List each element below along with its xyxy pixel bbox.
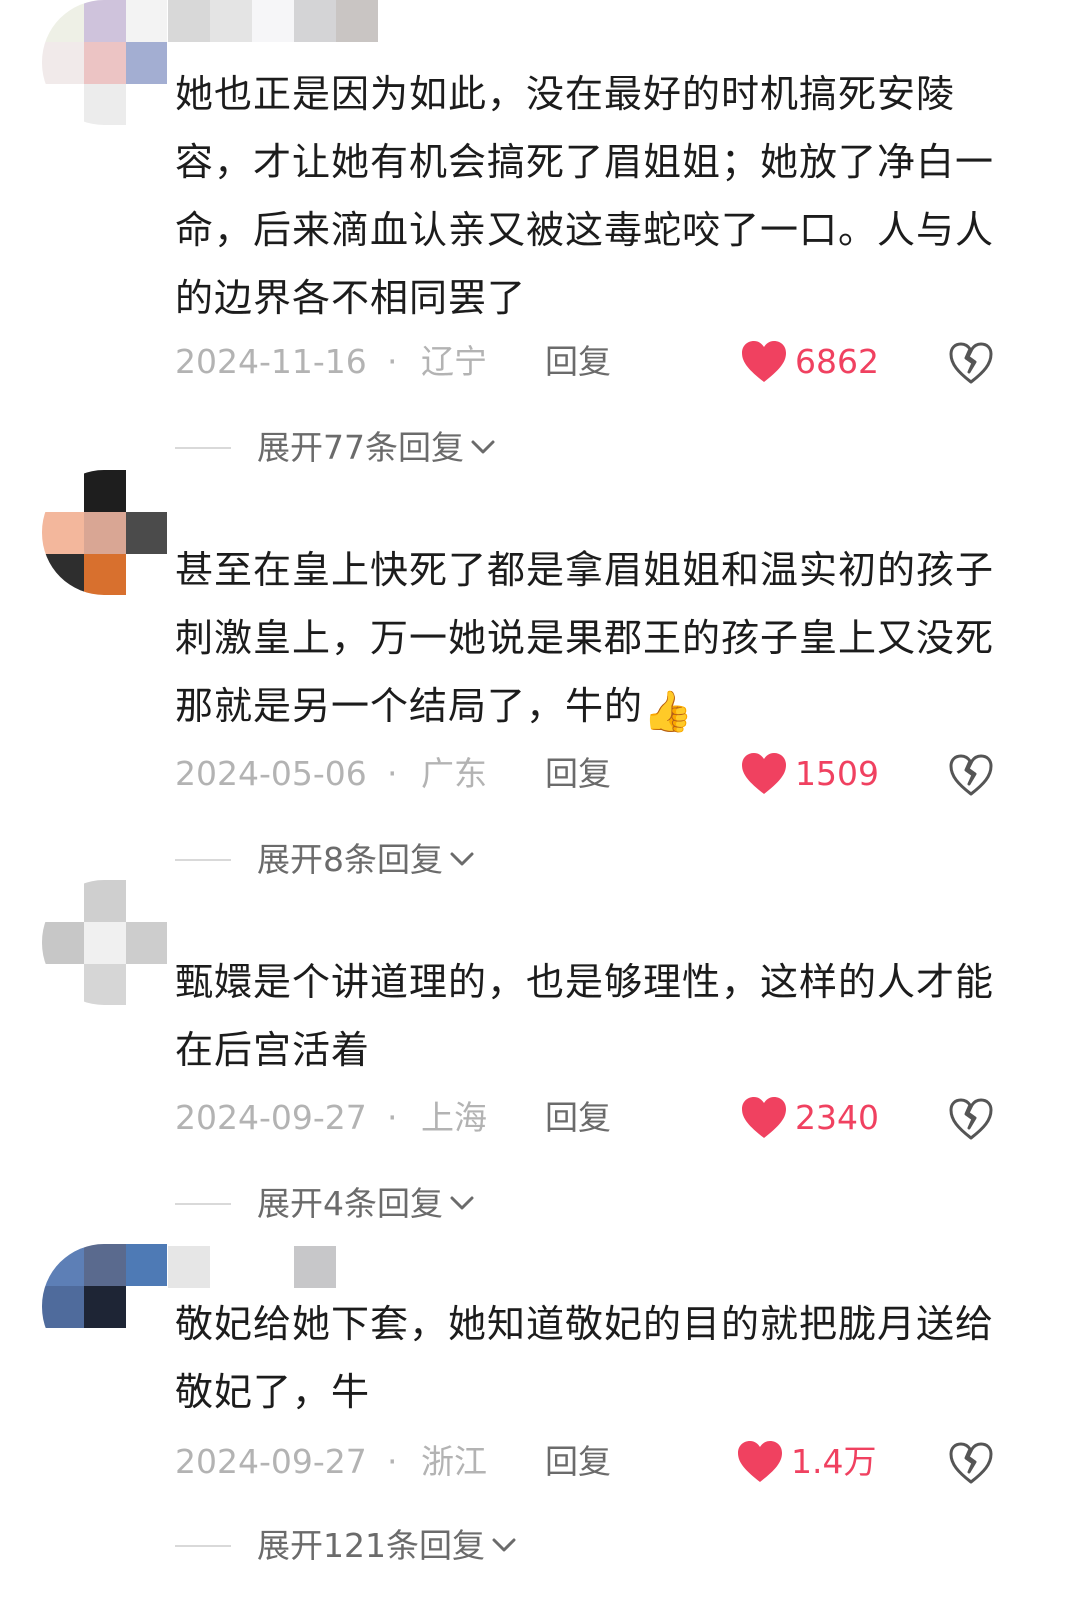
thumbs-up-emoji: 👍 (643, 689, 694, 735)
reply-button[interactable]: 回复 (545, 1442, 611, 1482)
heart-filled-icon[interactable] (740, 340, 788, 384)
expand-replies-label: 展开4条回复 (257, 1184, 443, 1223)
comment-region: 上海 (421, 1098, 487, 1137)
expand-replies-label: 展开8条回复 (257, 840, 443, 879)
chevron-down-icon (471, 440, 495, 454)
comment-meta: 2024-09-27 · 上海 回复 2340 (175, 1090, 1025, 1146)
expand-replies[interactable]: 展开121条回复 (175, 1522, 775, 1570)
comment-text: 甚至在皇上快死了都是拿眉姐姐和温实初的孩子刺激皇上，万一她说是果郡王的孩子皇上又… (175, 536, 1015, 740)
like-count: 1509 (795, 754, 879, 793)
expand-replies-label: 展开77条回复 (257, 428, 464, 467)
chevron-down-icon (492, 1538, 516, 1552)
broken-heart-icon[interactable] (947, 1096, 995, 1142)
comment-item: 甚至在皇上快死了都是拿眉姐姐和温实初的孩子刺激皇上，万一她说是果郡王的孩子皇上又… (0, 470, 1084, 880)
comment-date: 2024-05-06 (175, 754, 367, 793)
meta-separator: · (387, 342, 398, 381)
expand-replies[interactable]: 展开77条回复 (175, 424, 775, 472)
comment-text: 她也正是因为如此，没在最好的时机搞死安陵容，才让她有机会搞死了眉姐姐；她放了净白… (175, 72, 995, 320)
broken-heart-icon[interactable] (947, 340, 995, 386)
heart-filled-icon[interactable] (740, 1096, 788, 1140)
comment-text: 甄嬛是个讲道理的，也是够理性，这样的人才能在后宫活着 (175, 960, 995, 1072)
like-count: 1.4万 (791, 1442, 877, 1481)
heart-filled-icon[interactable] (740, 752, 788, 796)
comment-region: 浙江 (421, 1442, 487, 1481)
avatar[interactable] (42, 470, 167, 595)
comment-date: 2024-09-27 (175, 1442, 367, 1481)
comment-date: 2024-11-16 (175, 342, 367, 381)
expand-replies-label: 展开121条回复 (257, 1526, 485, 1565)
expand-replies[interactable]: 展开4条回复 (175, 1180, 775, 1228)
avatar[interactable] (42, 0, 167, 125)
expand-divider (175, 859, 231, 861)
expand-divider (175, 447, 231, 449)
comment-text: 敬妃给她下套，她知道敬妃的目的就把胧月送给敬妃了，牛 (175, 1302, 995, 1414)
comment-region: 辽宁 (421, 342, 487, 381)
broken-heart-icon[interactable] (947, 752, 995, 798)
expand-replies[interactable]: 展开8条回复 (175, 836, 775, 884)
meta-separator: · (387, 1098, 398, 1137)
avatar[interactable] (42, 880, 167, 1005)
reply-button[interactable]: 回复 (545, 754, 611, 794)
broken-heart-icon[interactable] (947, 1440, 995, 1486)
comment-item: 甄嬛是个讲道理的，也是够理性，这样的人才能在后宫活着 2024-09-27 · … (0, 880, 1084, 1240)
like-count: 2340 (795, 1098, 879, 1137)
comment-meta: 2024-09-27 · 浙江 回复 1.4万 (175, 1434, 1025, 1490)
meta-separator: · (387, 754, 398, 793)
username[interactable] (168, 0, 378, 42)
reply-button[interactable]: 回复 (545, 342, 611, 382)
comment-date: 2024-09-27 (175, 1098, 367, 1137)
comment-item: 她也正是因为如此，没在最好的时机搞死安陵容，才让她有机会搞死了眉姐姐；她放了净白… (0, 0, 1084, 470)
expand-divider (175, 1545, 231, 1547)
comment-region: 广东 (421, 754, 487, 793)
heart-filled-icon[interactable] (736, 1440, 784, 1484)
like-count: 6862 (795, 342, 879, 381)
comment-list: 她也正是因为如此，没在最好的时机搞死安陵容，才让她有机会搞死了眉姐姐；她放了净白… (0, 0, 1084, 1622)
comment-text-body: 甚至在皇上快死了都是拿眉姐姐和温实初的孩子刺激皇上，万一她说是果郡王的孩子皇上又… (175, 548, 995, 728)
reply-button[interactable]: 回复 (545, 1098, 611, 1138)
meta-separator: · (387, 1442, 398, 1481)
chevron-down-icon (450, 852, 474, 866)
comment-item: 敬妃给她下套，她知道敬妃的目的就把胧月送给敬妃了，牛 2024-09-27 · … (0, 1240, 1084, 1622)
avatar[interactable] (42, 1244, 167, 1369)
comment-meta: 2024-05-06 · 广东 回复 1509 (175, 746, 1025, 802)
chevron-down-icon (450, 1196, 474, 1210)
username[interactable] (168, 1246, 378, 1288)
expand-divider (175, 1203, 231, 1205)
comment-meta: 2024-11-16 · 辽宁 回复 6862 (175, 334, 1025, 390)
